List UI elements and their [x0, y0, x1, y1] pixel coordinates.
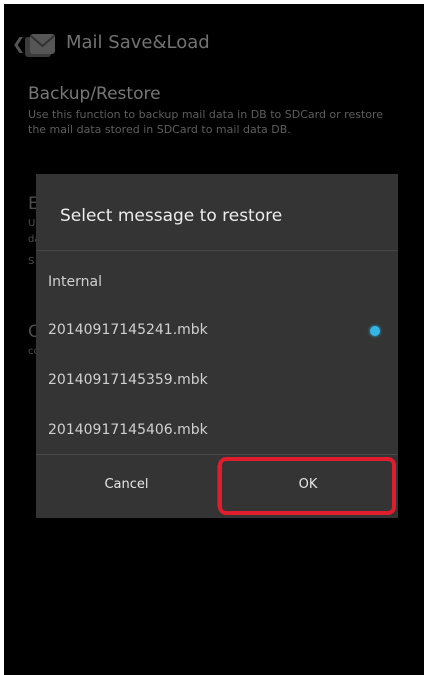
dialog-title: Select message to restore	[60, 206, 283, 226]
cancel-button[interactable]: Cancel	[36, 455, 217, 519]
option-label: 20140917145359.mbk	[48, 372, 208, 388]
option-label: Internal	[48, 274, 102, 290]
option-file-3[interactable]: 20140917145406.mbk	[36, 408, 398, 456]
option-file-1[interactable]: 20140917145241.mbk	[36, 308, 398, 356]
ok-highlight-annotation	[218, 457, 396, 515]
dialog-divider	[36, 250, 398, 251]
option-label: 20140917145406.mbk	[48, 422, 208, 438]
option-file-2[interactable]: 20140917145359.mbk	[36, 358, 398, 406]
radio-selected-icon[interactable]	[370, 326, 380, 336]
option-internal[interactable]: Internal	[36, 260, 398, 308]
option-label: 20140917145241.mbk	[48, 322, 208, 338]
